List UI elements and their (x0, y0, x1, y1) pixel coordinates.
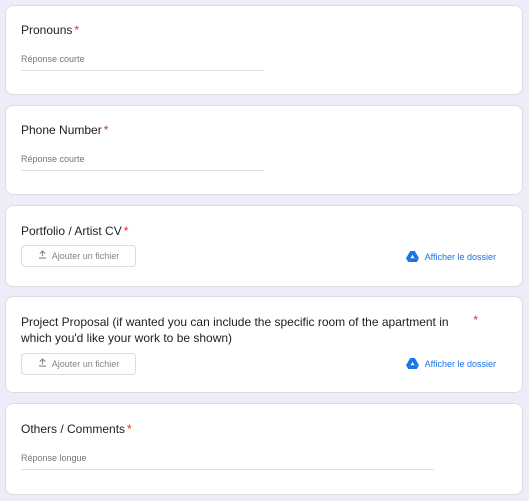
input-placeholder: Réponse longue (21, 453, 87, 463)
required-asterisk: * (123, 224, 129, 238)
question-card-project-proposal: Project Proposal (if wanted you can incl… (5, 296, 523, 393)
input-placeholder: Réponse courte (21, 154, 85, 164)
long-answer-input[interactable]: Réponse longue (21, 451, 434, 470)
question-card-phone: Phone Number * Réponse courte (5, 105, 523, 195)
question-title: Portfolio / Artist CV * (21, 223, 482, 239)
question-card-comments: Others / Comments * Réponse longue (5, 403, 523, 495)
question-title: Project Proposal (if wanted you can incl… (21, 314, 467, 346)
short-answer-input[interactable]: Réponse courte (21, 52, 264, 71)
add-file-button[interactable]: Ajouter un fichier (21, 245, 136, 267)
add-file-button[interactable]: Ajouter un fichier (21, 353, 136, 375)
add-file-label: Ajouter un fichier (51, 251, 120, 261)
question-label: Phone Number (21, 123, 102, 137)
question-label: Project Proposal (if wanted you can incl… (21, 315, 449, 345)
question-title: Pronouns * (21, 22, 482, 38)
view-folder-link[interactable]: Afficher le dossier (405, 251, 496, 262)
view-folder-link[interactable]: Afficher le dossier (405, 358, 496, 369)
upload-icon (38, 250, 47, 262)
question-label: Portfolio / Artist CV (21, 224, 122, 238)
required-asterisk: * (127, 422, 132, 436)
view-folder-label: Afficher le dossier (424, 358, 496, 369)
input-placeholder: Réponse courte (21, 54, 85, 64)
required-asterisk: * (103, 123, 109, 137)
upload-icon (38, 358, 47, 370)
question-title: Others / Comments * (21, 421, 482, 437)
question-label: Others / Comments (21, 422, 126, 436)
view-folder-label: Afficher le dossier (424, 251, 496, 262)
short-answer-input[interactable]: Réponse courte (21, 152, 264, 171)
google-drive-icon (405, 358, 419, 369)
google-drive-icon (405, 251, 419, 262)
add-file-label: Ajouter un fichier (51, 359, 120, 369)
required-asterisk: * (74, 23, 80, 37)
question-label: Pronouns (21, 23, 73, 37)
required-asterisk: * (473, 313, 478, 327)
question-card-pronouns: Pronouns * Réponse courte (5, 5, 523, 95)
question-card-portfolio: Portfolio / Artist CV * Ajouter un fichie… (5, 205, 523, 287)
question-title: Phone Number * (21, 122, 482, 138)
